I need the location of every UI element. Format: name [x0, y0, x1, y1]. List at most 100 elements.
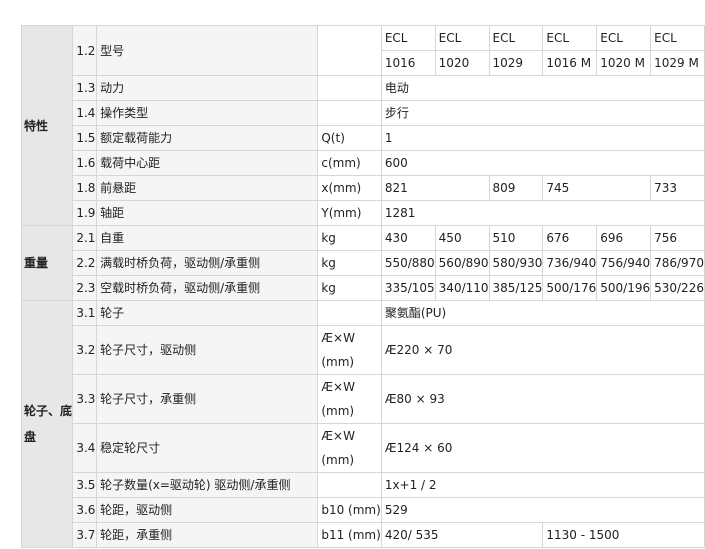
table-row: 2.3 空载时桥负荷，驱动侧/承重侧 kg 335/105 340/110 38…	[22, 275, 705, 301]
row-label: 前悬距	[96, 175, 319, 201]
row-value: 420/ 535	[380, 522, 544, 548]
table-row: 1.3 动力 电动	[22, 75, 705, 101]
row-unit: kg	[317, 250, 382, 276]
row-unit: Æ×W (mm)	[317, 374, 382, 424]
row-label: 动力	[96, 75, 319, 101]
row-unit	[317, 472, 382, 498]
row-number: 2.3	[72, 275, 98, 301]
row-number: 3.2	[72, 325, 98, 375]
row-unit	[317, 25, 382, 76]
table-row: 3.4 稳定轮尺寸 Æ×W (mm) Æ124 × 60	[22, 423, 705, 473]
row-label: 自重	[96, 225, 319, 251]
table-row: 1.9 轴距 Y(mm) 1281	[22, 200, 705, 226]
table-row: 1.6 载荷中心距 c(mm) 600	[22, 150, 705, 176]
row-value: Æ80 × 93	[380, 374, 705, 424]
row-label: 额定载荷能力	[96, 125, 319, 151]
row-value: 696	[596, 225, 652, 251]
row-value: 430	[380, 225, 436, 251]
model-series: ECL	[650, 25, 705, 51]
row-unit: kg	[317, 225, 382, 251]
row-unit	[317, 300, 382, 326]
table-row: 3.3 轮子尺寸，承重侧 Æ×W (mm) Æ80 × 93	[22, 374, 705, 424]
row-value: 1130 - 1500	[542, 522, 705, 548]
row-number: 1.8	[72, 175, 98, 201]
row-number: 3.5	[72, 472, 98, 498]
model-series: ECL	[542, 25, 598, 51]
row-value: 733	[650, 175, 705, 201]
row-label: 轮距，驱动侧	[96, 497, 319, 523]
row-unit: Y(mm)	[317, 200, 382, 226]
row-value: 385/125	[488, 275, 544, 301]
row-label: 轮子	[96, 300, 319, 326]
row-value: 550/880	[380, 250, 436, 276]
section-weight: 重量	[20, 225, 74, 301]
row-number: 1.9	[72, 200, 98, 226]
row-unit: c(mm)	[317, 150, 382, 176]
row-number: 3.4	[72, 423, 98, 473]
table-row: 3.5 轮子数量(x=驱动轮) 驱动侧/承重侧 1x+1 / 2	[22, 472, 705, 498]
row-label: 操作类型	[96, 100, 319, 126]
row-number: 3.3	[72, 374, 98, 424]
row-value: 560/890	[434, 250, 490, 276]
row-value: 756	[650, 225, 705, 251]
row-value: 786/970	[650, 250, 705, 276]
model-series: ECL	[596, 25, 652, 51]
row-unit: Æ×W (mm)	[317, 423, 382, 473]
section-wheels: 轮子、底盘	[20, 300, 74, 548]
model-series: ECL	[488, 25, 544, 51]
row-value: 745	[542, 175, 652, 201]
model-number: 1016 M	[542, 50, 598, 76]
section-characteristics: 特性	[20, 25, 74, 226]
table-row: 3.2 轮子尺寸，驱动侧 Æ×W (mm) Æ220 × 70	[22, 325, 705, 375]
row-value: 600	[380, 150, 705, 176]
model-number: 1016	[380, 50, 436, 76]
row-value: 510	[488, 225, 544, 251]
row-number: 1.6	[72, 150, 98, 176]
row-unit: b10 (mm)	[317, 497, 382, 523]
row-unit: x(mm)	[317, 175, 382, 201]
table-row: 1.5 额定载荷能力 Q(t) 1	[22, 125, 705, 151]
table-row: 2.2 满载时桥负荷，驱动侧/承重侧 kg 550/880 560/890 58…	[22, 250, 705, 276]
row-label: 轮子尺寸，承重侧	[96, 374, 319, 424]
row-value: 1	[380, 125, 705, 151]
row-label: 型号	[96, 25, 319, 76]
table-row: 轮子、底盘 3.1 轮子 聚氨酯(PU)	[20, 300, 705, 548]
row-number: 2.2	[72, 250, 98, 276]
row-label: 轮距，承重侧	[96, 522, 319, 548]
model-number: 1029 M	[650, 50, 705, 76]
table-row: 3.6 轮距，驱动侧 b10 (mm) 529	[22, 497, 705, 523]
row-unit	[317, 100, 382, 126]
row-label: 轮子数量(x=驱动轮) 驱动侧/承重侧	[96, 472, 319, 498]
row-value: 676	[542, 225, 598, 251]
row-value: 1281	[380, 200, 705, 226]
model-number: 1029	[488, 50, 544, 76]
row-value: 736/940	[542, 250, 598, 276]
row-value: 500/176	[542, 275, 598, 301]
row-number: 1.4	[72, 100, 98, 126]
row-value: 335/105	[380, 275, 436, 301]
row-value: 340/110	[434, 275, 490, 301]
row-value: 聚氨酯(PU)	[380, 300, 705, 326]
table-row: 3.7 轮距，承重侧 b11 (mm) 420/ 535 1130 - 1500	[22, 522, 705, 548]
row-unit	[317, 75, 382, 101]
unit-line: (mm)	[321, 453, 355, 467]
table-row: 特性 1.2 型号 ECL ECL ECL ECL ECL ECL	[20, 25, 705, 226]
row-unit: Æ×W (mm)	[317, 325, 382, 375]
row-value: 电动	[380, 75, 705, 101]
row-unit: b11 (mm)	[317, 522, 382, 548]
row-label: 轮子尺寸，驱动侧	[96, 325, 319, 375]
row-value: 821	[380, 175, 490, 201]
row-value: 步行	[380, 100, 705, 126]
row-value: 1x+1 / 2	[380, 472, 705, 498]
unit-line: Æ×W	[321, 429, 355, 443]
row-value: 529	[380, 497, 705, 523]
row-unit: Q(t)	[317, 125, 382, 151]
row-value: 809	[488, 175, 544, 201]
table-row: 重量 2.1 自重 kg 430 450 510 676 696 756	[20, 225, 705, 301]
row-value: Æ124 × 60	[380, 423, 705, 473]
model-series: ECL	[434, 25, 490, 51]
row-value: 500/196	[596, 275, 652, 301]
unit-line: (mm)	[321, 404, 355, 418]
row-number: 1.3	[72, 75, 98, 101]
row-number: 1.2	[72, 25, 98, 76]
